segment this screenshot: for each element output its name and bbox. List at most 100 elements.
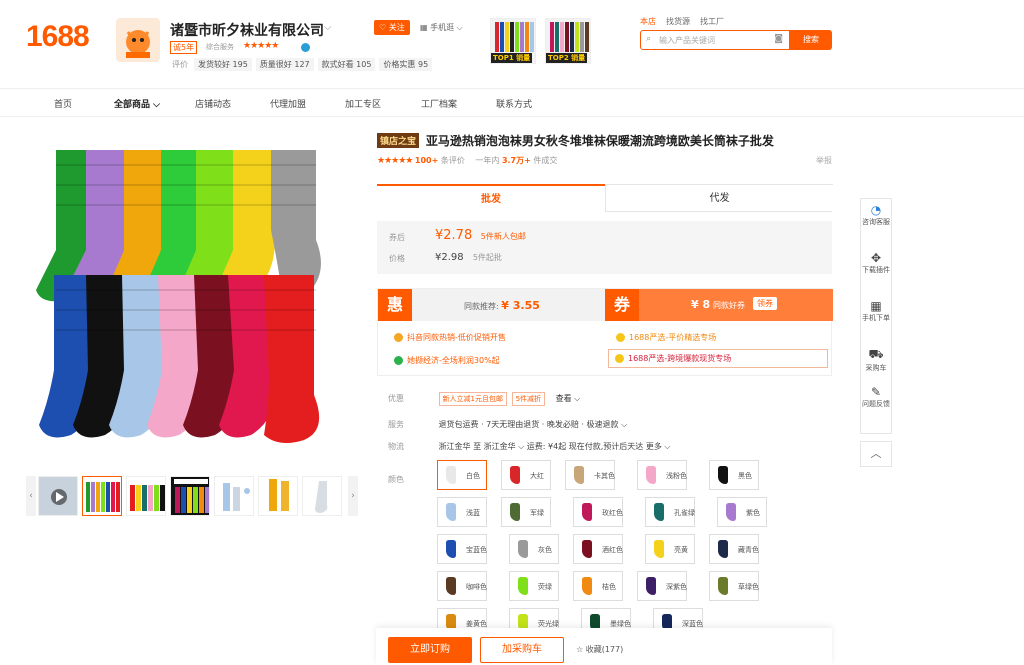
sock-swatch: [726, 503, 736, 521]
nav-agency[interactable]: 代理加盟: [270, 97, 306, 110]
color-option[interactable]: 玫红色: [573, 497, 623, 527]
sold-count: 3.7万+: [501, 156, 531, 165]
camera-icon[interactable]: ◙: [774, 34, 783, 44]
color-option[interactable]: 黑色: [709, 460, 759, 490]
color-option[interactable]: 桔色: [573, 571, 623, 601]
thumbnail-video[interactable]: [38, 476, 78, 516]
coupon-label: 同款好券: [713, 301, 745, 310]
color-option[interactable]: 宝蓝色: [437, 534, 487, 564]
color-option[interactable]: 深紫色: [637, 571, 687, 601]
search-tab-shop[interactable]: 本店: [640, 16, 656, 27]
report-link[interactable]: 举报: [816, 155, 832, 166]
color-option[interactable]: 大红: [501, 460, 551, 490]
shop-nav: 首页 全部商品 ⌵ 店铺动态 代理加盟 加工专区 工厂档案 联系方式: [0, 88, 1024, 117]
color-option[interactable]: 荧绿: [509, 571, 559, 601]
nav-factory[interactable]: 工厂档案: [421, 97, 457, 110]
thumbnail[interactable]: [170, 476, 210, 516]
tool-cart[interactable]: ⛟ 采购车: [861, 347, 891, 373]
color-option[interactable]: 浅蓝: [437, 497, 487, 527]
color-name: 大红: [530, 472, 544, 480]
thumbnail[interactable]: [126, 476, 166, 516]
promo-item[interactable]: 抖音同款热销-低价促销开售: [394, 332, 506, 343]
chevron-right-icon[interactable]: ›: [348, 476, 358, 516]
logistics-value[interactable]: 浙江金华 至 浙江金华 ⌵ 运费: ¥4起 现在付款,预计后天达 更多 ⌵: [439, 442, 671, 451]
color-option[interactable]: 卡其色: [565, 460, 615, 490]
service-value[interactable]: 退货包运费 · 7天无理由退货 · 晚发必赔 · 极速退款 ⌵: [439, 420, 628, 429]
color-name: 桔色: [602, 583, 616, 591]
tool-download-plugin[interactable]: ✥ 下载插件: [861, 251, 891, 275]
main-product-image[interactable]: [26, 135, 361, 460]
search-input[interactable]: ⌕ 输入产品关键词 ◙: [640, 30, 790, 50]
back-to-top-button[interactable]: ︿: [860, 441, 892, 467]
chevron-down-icon[interactable]: ⌵: [324, 22, 332, 33]
color-option[interactable]: 孔雀绿: [645, 497, 695, 527]
nav-home[interactable]: 首页: [54, 97, 72, 110]
color-option[interactable]: 白色: [437, 460, 487, 490]
color-option[interactable]: 草绿色: [709, 571, 759, 601]
follow-button[interactable]: ♡ 关注: [374, 20, 410, 35]
thumbnail[interactable]: [258, 476, 298, 516]
top-product-2[interactable]: TOP2 销量: [545, 18, 591, 64]
tab-dropship[interactable]: 代发: [605, 184, 833, 212]
promo-item[interactable]: 1688严选-平价精选专场: [616, 332, 716, 343]
color-name: 浅蓝: [466, 509, 480, 517]
discount-icon: 惠: [378, 289, 412, 321]
search-tab-source[interactable]: 找货源: [666, 16, 690, 27]
color-name: 藏青色: [738, 546, 759, 554]
color-name: 深紫色: [666, 583, 687, 591]
sock-swatch: [718, 540, 728, 558]
search-button[interactable]: 搜索: [790, 30, 832, 50]
color-option[interactable]: 咖啡色: [437, 571, 487, 601]
tab-wholesale[interactable]: 批发: [377, 184, 605, 212]
offer-more-link[interactable]: 查看 ⌵: [556, 394, 581, 403]
tool-feedback[interactable]: ✎ 问题反馈: [861, 385, 891, 409]
nav-all-products[interactable]: 全部商品 ⌵: [114, 97, 160, 110]
search-icon: ⌕: [646, 34, 652, 44]
score-chip: 质量很好 127: [255, 58, 314, 71]
thumbnail-selected[interactable]: [82, 476, 122, 516]
price-label: 价格: [389, 254, 405, 263]
color-name: 荧绿: [538, 583, 552, 591]
color-option[interactable]: 藏青色: [709, 534, 759, 564]
leaf-icon: [394, 356, 403, 365]
color-option[interactable]: 灰色: [509, 534, 559, 564]
favorite-button[interactable]: ☆ 收藏(177): [576, 644, 623, 655]
color-option[interactable]: 亮黄: [645, 534, 695, 564]
promo-item-selected[interactable]: 1688严选-跨境爆款现货专场: [608, 349, 828, 368]
promo-item[interactable]: 她撷经济-全场利润30%起: [394, 355, 500, 366]
thumbnail[interactable]: [302, 476, 342, 516]
sock-swatch: [510, 466, 520, 484]
search-tab-factory[interactable]: 找工厂: [700, 16, 724, 27]
offer-chip: 新人立减1元且包邮: [438, 392, 508, 406]
fire-icon: [394, 333, 403, 342]
color-option[interactable]: 浅粉色: [637, 460, 687, 490]
nav-contact[interactable]: 联系方式: [496, 97, 532, 110]
review-count[interactable]: 100+: [415, 156, 438, 165]
buy-now-button[interactable]: 立即订购: [388, 637, 472, 663]
get-coupon-button[interactable]: 领券: [753, 297, 777, 310]
mobile-shop-link[interactable]: ▦ 手机逛 ⌵: [420, 22, 463, 33]
service-row: 服务 退货包运费 · 7天无理由退货 · 晚发必赔 · 极速退款 ⌵: [388, 419, 627, 430]
shop-avatar[interactable]: [116, 18, 160, 62]
score-chip: 价格实惠 95: [379, 58, 433, 71]
tool-mobile-order[interactable]: ▦ 手机下单: [861, 299, 891, 323]
shop-name[interactable]: 诸暨市昕夕袜业有限公司: [170, 20, 324, 40]
top-product-1[interactable]: TOP1 销量: [490, 18, 536, 64]
qrcode-icon: ▦: [870, 299, 882, 313]
nav-processing[interactable]: 加工专区: [345, 97, 381, 110]
add-to-cart-button[interactable]: 加采购车: [480, 637, 564, 663]
site-logo[interactable]: 1688: [26, 20, 90, 54]
nav-shop-news[interactable]: 店铺动态: [195, 97, 231, 110]
color-option[interactable]: 酒红色: [573, 534, 623, 564]
color-option[interactable]: 紫色: [717, 497, 767, 527]
same-style-promo[interactable]: 惠 同款推荐: ¥ 3.55: [378, 289, 605, 321]
coupon-promo[interactable]: 券 ¥ 8 同款好券 领券: [605, 289, 833, 321]
sock-swatch: [718, 466, 728, 484]
edit-icon: ✎: [870, 385, 882, 399]
thumbnail[interactable]: [214, 476, 254, 516]
offer-chip: 5件减折: [511, 392, 546, 406]
chevron-left-icon[interactable]: ‹: [26, 476, 36, 516]
color-option[interactable]: 军绿: [501, 497, 551, 527]
sock-swatch: [518, 577, 528, 595]
tool-customer-service[interactable]: ◔ 咨询客服: [861, 203, 891, 227]
